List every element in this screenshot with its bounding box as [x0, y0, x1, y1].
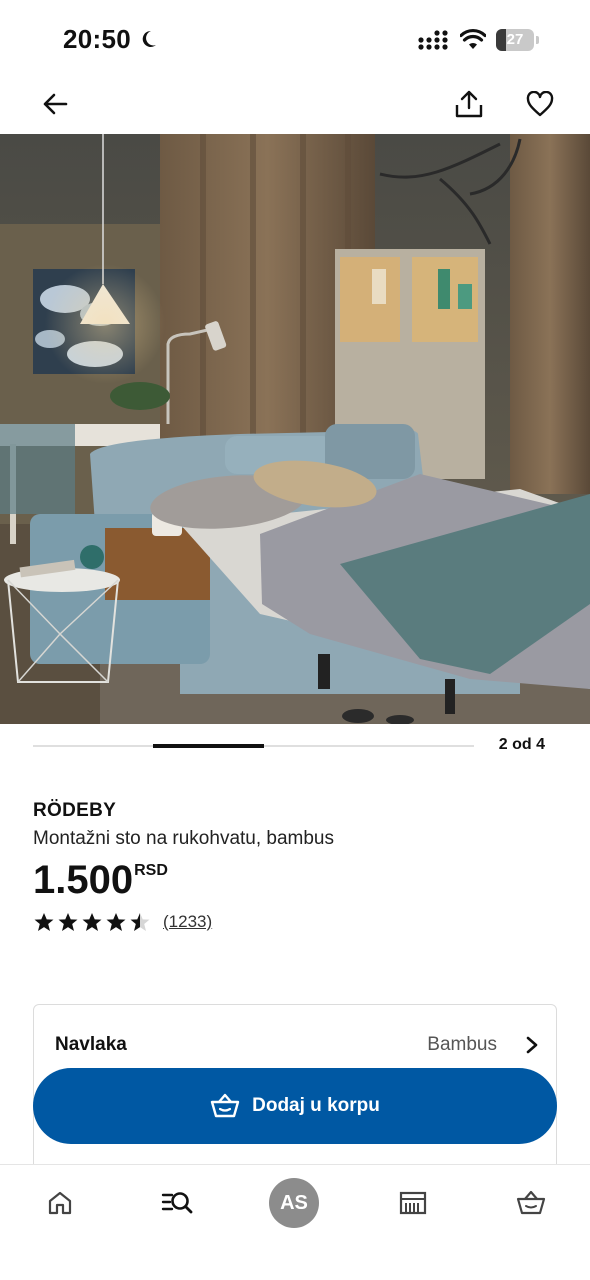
product-rating[interactable]: (1233) — [33, 912, 557, 932]
pager-thumb — [153, 744, 264, 748]
rating-stars — [33, 912, 151, 932]
chevron-right-icon — [526, 1036, 538, 1054]
star-icon — [58, 913, 78, 931]
arrow-left-icon — [43, 93, 68, 115]
search-icon — [161, 1192, 193, 1214]
signal-icon — [418, 30, 448, 50]
star-icon — [106, 913, 126, 931]
cover-option-row[interactable]: Navlaka Bambus — [55, 1025, 539, 1065]
account-avatar: AS — [269, 1178, 319, 1228]
favorite-button[interactable] — [518, 82, 562, 126]
add-to-cart-label: Dodaj u korpu — [252, 1095, 380, 1116]
price-value: 1.500 — [33, 858, 134, 902]
back-button[interactable] — [33, 82, 77, 126]
product-description: Montažni sto na rukohvatu, bambus — [33, 828, 335, 849]
status-bar: 20:50 27 — [0, 0, 590, 78]
top-nav — [0, 78, 590, 134]
star-icon — [130, 913, 150, 931]
share-button[interactable] — [447, 82, 491, 126]
price-currency: RSD — [134, 862, 168, 879]
product-name: RÖDEBY — [33, 800, 117, 821]
add-to-cart-button[interactable]: Dodaj u korpu — [33, 1068, 557, 1144]
option-value: Bambus — [427, 1034, 497, 1055]
tab-home[interactable] — [30, 1173, 90, 1233]
share-icon — [455, 90, 483, 118]
battery-level: 27 — [506, 31, 524, 48]
pager-position: 2 od 4 — [498, 736, 545, 753]
wifi-icon — [460, 28, 486, 49]
tab-account[interactable]: AS — [264, 1173, 324, 1233]
cart-icon — [210, 1093, 240, 1118]
battery-icon: 27 — [496, 29, 540, 51]
tab-store[interactable] — [383, 1173, 443, 1233]
star-icon — [34, 913, 54, 931]
tab-cart[interactable] — [501, 1173, 561, 1233]
product-info: RÖDEBY Montažni sto na rukohvatu, bambus… — [33, 800, 557, 932]
gallery-pager: 2 od 4 — [33, 734, 557, 758]
product-photo — [0, 134, 590, 724]
option-label: Navlaka — [55, 1034, 127, 1055]
review-count-link[interactable]: (1233) — [163, 912, 212, 932]
status-time: 20:50 — [63, 24, 131, 54]
store-icon — [399, 1191, 427, 1215]
basket-icon — [516, 1190, 546, 1215]
home-icon — [48, 1191, 72, 1215]
star-icon — [82, 913, 102, 931]
product-image[interactable] — [0, 134, 590, 724]
bottom-tab-bar: AS — [0, 1164, 590, 1280]
moon-icon — [142, 30, 156, 47]
tab-search[interactable] — [147, 1173, 207, 1233]
heart-icon — [526, 91, 554, 117]
pager-track[interactable] — [33, 744, 474, 748]
product-price: 1.500 RSD — [33, 860, 557, 900]
